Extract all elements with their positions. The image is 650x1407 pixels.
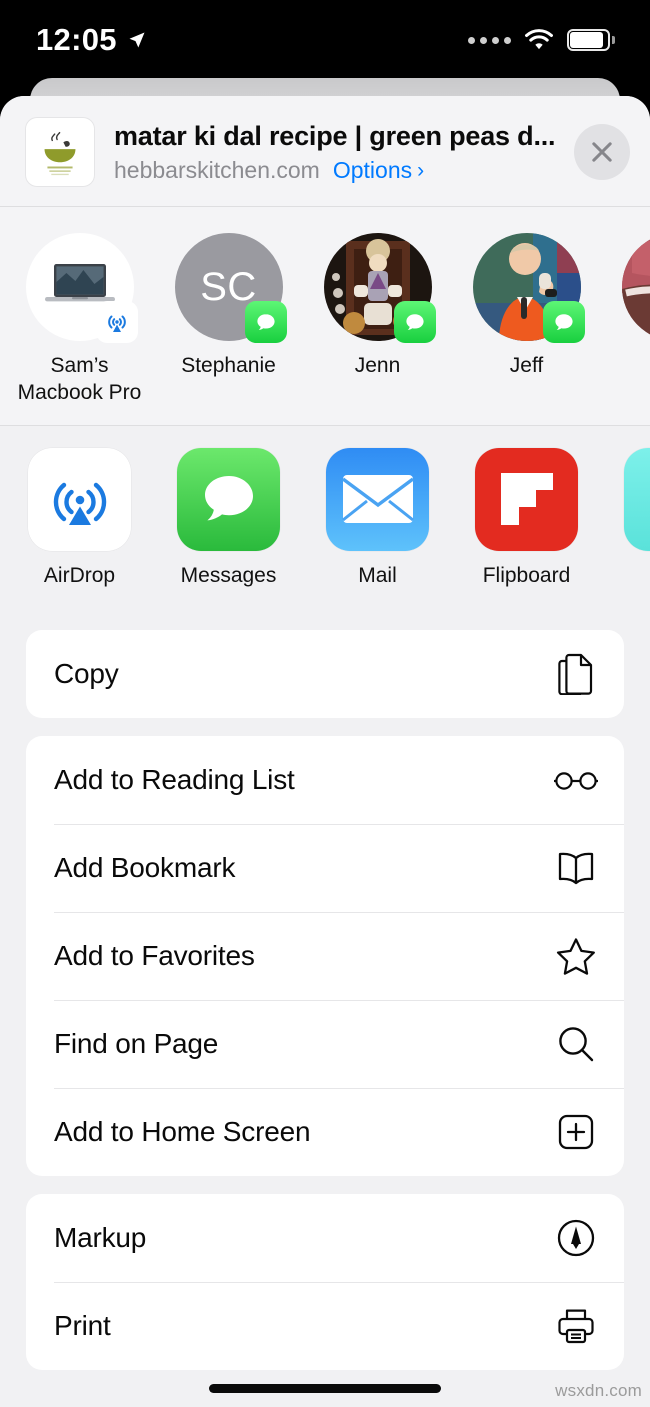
app-messages[interactable]: Messages xyxy=(154,447,303,590)
app-label: Mail xyxy=(358,563,397,587)
contact-jenn[interactable]: Jenn xyxy=(303,233,452,380)
app-files[interactable]: Fi xyxy=(601,447,650,590)
action-add-to-reading-list[interactable]: Add to Reading List xyxy=(26,736,624,824)
home-indicator[interactable] xyxy=(209,1384,441,1393)
app-label: Messages xyxy=(180,563,277,587)
magnifier-icon xyxy=(554,1022,598,1066)
contacts-row[interactable]: Sam’s Macbook Pro SC Stephanie Jenn Jeff xyxy=(0,207,650,426)
markup-pen-icon xyxy=(554,1216,598,1260)
share-sheet-header-text: matar ki dal recipe | green peas d... he… xyxy=(114,120,554,185)
app-airdrop[interactable]: AirDrop xyxy=(5,447,154,590)
avatar-wrap xyxy=(323,233,436,343)
open-book-icon xyxy=(554,846,598,890)
glasses-icon xyxy=(554,758,598,802)
contact-label: Jeff xyxy=(509,354,544,377)
watermark: wsxdn.com xyxy=(555,1381,642,1400)
action-find-on-page[interactable]: Find on Page xyxy=(26,999,624,1088)
close-button[interactable] xyxy=(574,124,630,180)
airdrop-icon xyxy=(28,447,131,551)
app-label: Flipboard xyxy=(482,563,571,587)
contact-jeff[interactable]: Jeff xyxy=(452,233,601,380)
avatar-wrap: SC xyxy=(174,233,287,343)
action-label: Copy xyxy=(54,657,119,689)
status-time: 12:05 xyxy=(36,22,117,57)
messages-badge-icon xyxy=(542,301,585,343)
messages-badge-icon xyxy=(244,301,287,343)
app-label: AirDrop xyxy=(43,563,116,587)
apps-row[interactable]: AirDrop Messages Mail Flipboard xyxy=(0,425,650,606)
page-domain: hebbarskitchen.com xyxy=(114,157,320,184)
action-label: Print xyxy=(54,1309,111,1341)
copy-documents-icon xyxy=(554,652,598,696)
avatar-wrap xyxy=(25,233,138,343)
chevron-right-icon: › xyxy=(417,159,425,183)
action-add-bookmark[interactable]: Add Bookmark xyxy=(26,823,624,912)
status-bar: 12:05 xyxy=(0,0,650,80)
contact-sams-macbook-pro[interactable]: Sam’s Macbook Pro xyxy=(5,233,154,407)
action-label: Add to Home Screen xyxy=(54,1115,311,1147)
action-label: Add to Reading List xyxy=(54,763,295,795)
mail-icon xyxy=(326,447,429,551)
close-icon xyxy=(592,142,612,162)
contact-label: Jenn xyxy=(354,354,401,377)
avatar-wrap xyxy=(472,233,585,343)
contact-label: Stephanie xyxy=(181,354,276,377)
airdrop-badge-icon xyxy=(95,301,138,343)
contact-partial[interactable]: V xyxy=(601,233,650,380)
action-label: Add to Favorites xyxy=(54,939,255,971)
battery-full-icon xyxy=(567,29,615,51)
action-copy[interactable]: Copy xyxy=(26,630,624,718)
page-subtitle: hebbarskitchen.com Options › xyxy=(114,157,554,184)
hebbars-kitchen-favicon xyxy=(26,118,94,186)
app-flipboard[interactable]: Flipboard xyxy=(452,447,601,590)
action-add-to-favorites[interactable]: Add to Favorites xyxy=(26,911,624,1000)
action-label: Add Bookmark xyxy=(54,851,236,883)
contact-label: Sam’s Macbook Pro xyxy=(17,354,142,404)
files-icon xyxy=(624,447,650,551)
app-mail[interactable]: Mail xyxy=(303,447,452,590)
options-link[interactable]: Options › xyxy=(333,157,424,184)
flipboard-icon xyxy=(475,447,578,551)
options-label: Options xyxy=(332,157,413,184)
signal-dots-icon xyxy=(468,36,511,44)
page-title: matar ki dal recipe | green peas d... xyxy=(114,120,554,151)
plus-square-icon xyxy=(554,1110,598,1154)
share-sheet: matar ki dal recipe | green peas d... he… xyxy=(0,96,650,1407)
messages-badge-icon xyxy=(393,301,436,343)
contact-stephanie[interactable]: SC Stephanie xyxy=(154,233,303,380)
messages-icon xyxy=(177,447,280,551)
wifi-icon xyxy=(525,29,553,50)
action-markup[interactable]: Markup xyxy=(26,1194,624,1282)
printer-icon xyxy=(554,1304,598,1348)
avatar-wrap xyxy=(621,233,650,341)
action-group-1: Copy xyxy=(26,629,624,718)
action-print[interactable]: Print xyxy=(26,1281,624,1370)
action-label: Markup xyxy=(54,1221,147,1253)
phone-screen: 12:05 matar ki dal recipe | green peas d… xyxy=(0,0,650,1407)
star-icon xyxy=(554,934,598,978)
action-group-2: Add to Reading List Add Bookmark Add to … xyxy=(26,735,624,1176)
status-bar-left: 12:05 xyxy=(36,22,147,58)
status-bar-right xyxy=(468,29,615,51)
action-group-3: Markup Print xyxy=(26,1193,624,1370)
action-label: Find on Page xyxy=(54,1027,219,1059)
location-arrow-icon xyxy=(129,32,145,48)
action-add-to-home-screen[interactable]: Add to Home Screen xyxy=(26,1087,624,1176)
avatar xyxy=(621,233,650,341)
share-sheet-header: matar ki dal recipe | green peas d... he… xyxy=(0,96,650,207)
